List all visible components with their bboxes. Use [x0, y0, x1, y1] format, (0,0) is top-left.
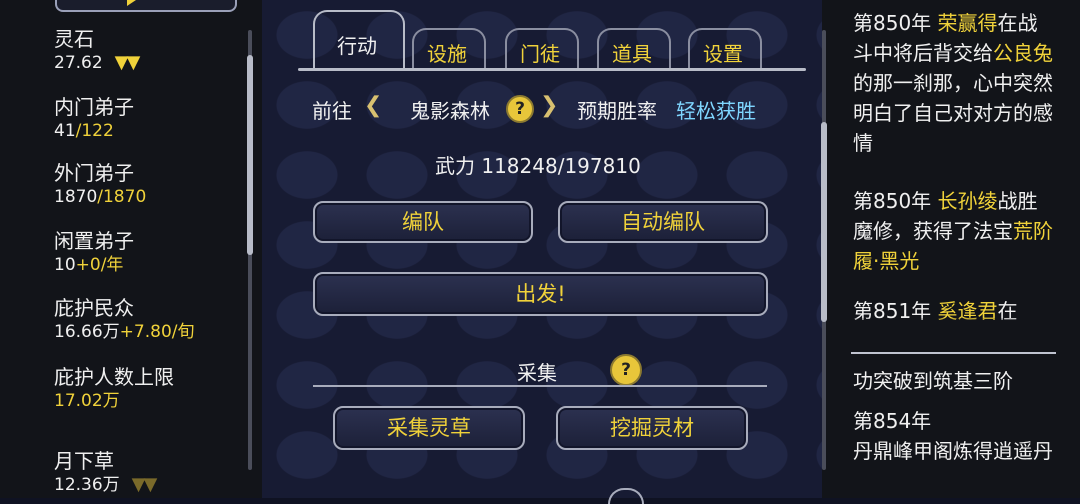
log-name[interactable]: 公良兔: [993, 41, 1053, 65]
tab-action[interactable]: 行动: [322, 24, 392, 68]
formation-button[interactable]: 编队: [313, 201, 533, 243]
log-text: 的那一刹那，心中突然明白了自己对对方的感情: [853, 71, 1053, 155]
resource-cap: /1870: [97, 187, 147, 207]
resource-label: 内门弟子: [54, 95, 134, 119]
log-separator: [851, 352, 1056, 354]
resource-panel: 灵石 27.62 ▼▼ 内门弟子 41/122 外门弟子 1870/1870 闲置…: [0, 0, 262, 498]
resource-label: 外门弟子: [54, 161, 134, 185]
section-divider: [313, 385, 767, 387]
resource-value: 10: [54, 255, 76, 275]
dig-material-button[interactable]: 挖掘灵材: [556, 406, 748, 450]
log-entry: 第850年 荣赢得在战斗中将后背交给公良兔的那一刹那，心中突然明白了自己对对方的…: [853, 8, 1053, 158]
resource-value: 41: [54, 121, 76, 141]
resource-inner-disciples: 内门弟子 41/122: [54, 94, 134, 142]
log-year: 第850年: [853, 11, 932, 35]
resource-rate: +0/年: [75, 255, 124, 275]
resource-rate: +7.80/旬: [119, 322, 195, 342]
log-year: 第850年: [853, 189, 932, 213]
auto-formation-button[interactable]: 自动编队: [558, 201, 768, 243]
play-icon: [127, 0, 136, 6]
resource-label: 庇护民众: [54, 296, 134, 320]
tab-underline: [298, 68, 806, 71]
gather-help-icon[interactable]: ?: [610, 354, 642, 386]
left-scrollbar-thumb[interactable]: [247, 55, 253, 255]
force-stat: 武力 118248/197810: [435, 154, 641, 178]
goto-label: 前往: [312, 99, 352, 123]
location-name[interactable]: 鬼影森林: [410, 95, 490, 124]
resource-cap: /122: [75, 121, 114, 141]
resource-outer-disciples: 外门弟子 1870/1870: [54, 160, 146, 208]
resource-label: 月下草: [54, 449, 114, 473]
resource-value: 16.66万: [54, 322, 120, 342]
log-text: 丹鼎峰甲阁炼得逍遥丹: [853, 439, 1053, 463]
log-scrollbar-thumb[interactable]: [821, 122, 827, 322]
log-fade: [850, 318, 1050, 350]
win-rate-value: 轻松获胜: [676, 99, 756, 123]
resource-idle-disciples: 闲置弟子 10+0/年: [54, 228, 134, 276]
top-collapse-button[interactable]: [55, 0, 237, 12]
gather-title: 采集: [517, 361, 557, 385]
win-rate-label: 预期胜率: [577, 99, 657, 123]
log-entry: 第854年 丹鼎峰甲阁炼得逍遥丹: [853, 406, 1053, 466]
resource-value: 1870: [54, 187, 98, 207]
log-name[interactable]: 长孙绫: [938, 189, 998, 213]
resource-spirit-stone: 灵石 27.62 ▼▼: [54, 26, 141, 74]
down-arrows-icon: ▼▼: [131, 474, 158, 495]
resource-label: 闲置弟子: [54, 229, 134, 253]
log-name[interactable]: 荣赢得: [938, 11, 998, 35]
resource-protection-cap: 庇护人数上限 17.02万: [54, 364, 174, 412]
log-entry: 第850年 长孙绫战胜魔修，获得了法宝荒阶履·黑光: [853, 186, 1053, 276]
log-year: 第854年: [853, 409, 932, 433]
resource-value: 12.36万: [54, 475, 120, 495]
down-arrows-icon: ▼▼: [114, 52, 141, 73]
next-location-icon[interactable]: ❯: [540, 93, 558, 118]
log-entry: 功突破到筑基三阶: [853, 366, 1053, 396]
help-icon[interactable]: ?: [506, 95, 534, 123]
depart-button[interactable]: 出发!: [313, 272, 768, 316]
prev-location-icon[interactable]: ❮: [364, 93, 382, 118]
resource-moon-grass: 月下草 12.36万 ▼▼: [54, 448, 158, 496]
resource-label: 灵石: [54, 27, 94, 51]
resource-label: 庇护人数上限: [54, 365, 174, 389]
log-text: 功突破到筑基三阶: [853, 369, 1013, 393]
resource-value: 17.02万: [54, 391, 120, 411]
resource-value: 27.62: [54, 53, 103, 73]
gather-herb-button[interactable]: 采集灵草: [333, 406, 525, 450]
resource-protected-people: 庇护民众 16.66万+7.80/旬: [54, 295, 195, 343]
